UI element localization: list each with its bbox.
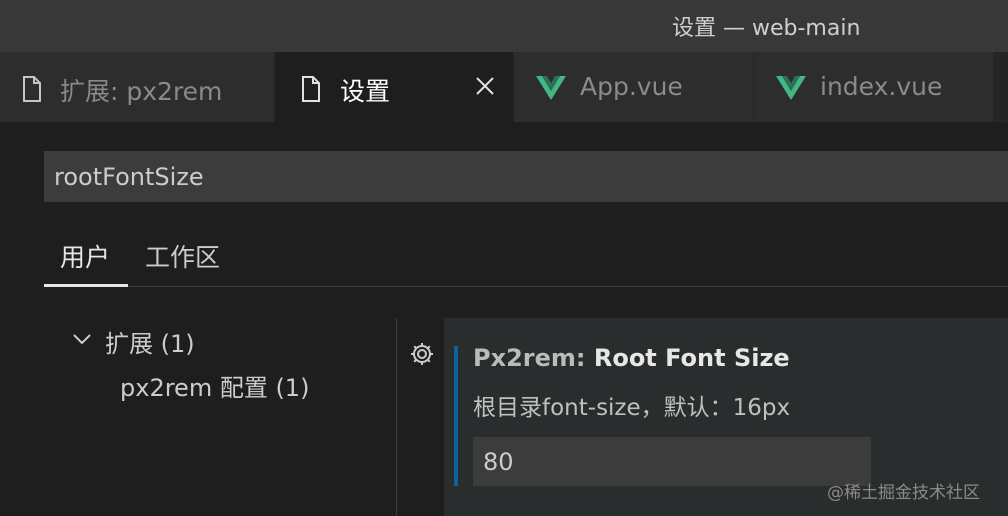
toc-item-px2rem[interactable]: px2rem 配置 (1): [120, 368, 309, 403]
title-bar: 设置 — web-main: [0, 0, 1008, 52]
vue-icon: [536, 76, 566, 100]
watermark: @稀土掘金技术社区: [827, 483, 980, 503]
tab-index-vue[interactable]: index.vue: [754, 52, 994, 122]
tab-workspace[interactable]: 工作区: [145, 238, 220, 274]
setting-description: 根目录font-size，默认：16px: [473, 395, 791, 421]
tab-label: 设置: [340, 77, 391, 106]
tab-settings[interactable]: 设置: [275, 52, 514, 122]
file-icon: [23, 76, 41, 102]
settings-search-box[interactable]: [44, 151, 1008, 202]
tab-label: 扩展: px2rem: [60, 77, 223, 106]
editor-tab-bar: 扩展: px2rem 设置 App.vue index.vue: [0, 52, 1008, 122]
active-tab-underline: [44, 284, 128, 287]
tab-extension-px2rem[interactable]: 扩展: px2rem: [0, 52, 275, 122]
setting-value-input[interactable]: [473, 437, 871, 486]
vue-icon: [776, 76, 806, 100]
window-title: 设置 — web-main: [672, 16, 861, 41]
tab-app-vue[interactable]: App.vue: [514, 52, 754, 122]
close-icon[interactable]: [473, 74, 497, 98]
tab-user[interactable]: 用户: [60, 238, 110, 274]
setting-title: Px2rem: Root Font Size: [473, 344, 790, 372]
toc-divider: [396, 318, 397, 516]
tab-label: index.vue: [820, 72, 943, 101]
setting-focus-indicator: [454, 346, 458, 486]
tab-label: App.vue: [580, 72, 683, 101]
chevron-down-icon[interactable]: [72, 331, 92, 347]
file-icon: [302, 76, 320, 102]
toc-group-extensions[interactable]: 扩展 (1): [105, 324, 195, 359]
setting-category: Px2rem:: [473, 344, 594, 372]
search-input[interactable]: [44, 151, 1008, 202]
setting-name: Root Font Size: [593, 344, 790, 372]
tabs-divider: [128, 286, 1008, 287]
gear-icon[interactable]: [408, 340, 436, 368]
